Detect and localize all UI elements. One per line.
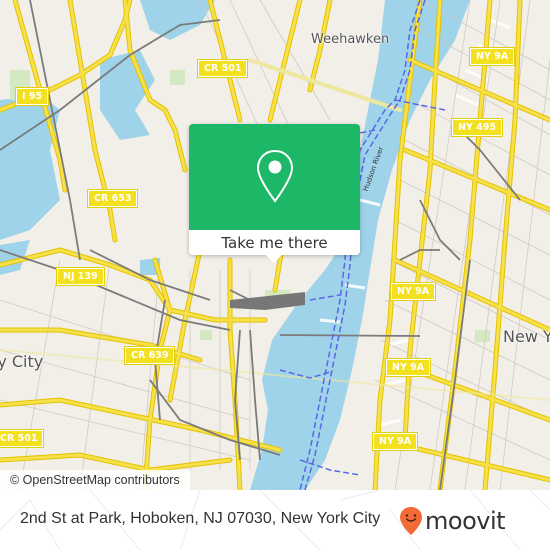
popup-pointer <box>266 255 282 263</box>
road-shield-cr653: CR 653 <box>88 190 138 207</box>
address-text: 2nd St at Park, Hoboken, NJ 07030, New Y… <box>20 510 381 527</box>
moovit-logo[interactable]: moovit <box>399 506 506 536</box>
road-shield-ny9a: NY 9A <box>386 359 431 376</box>
map-view[interactable]: I 95 CR 501 CR 653 NJ 139 CR 639 CR 501 … <box>0 0 550 490</box>
road-shield-ny9a: NY 9A <box>373 433 418 450</box>
place-label-weehawken: Weehawken <box>311 32 390 47</box>
road-shield-nj139: NJ 139 <box>57 268 104 285</box>
popup-header <box>189 124 360 230</box>
road-shield-ny9a: NY 9A <box>391 283 436 300</box>
location-popup: Take me there <box>189 124 360 263</box>
road-shield-cr501-south: CR 501 <box>0 430 44 447</box>
map-pin-icon <box>256 149 293 203</box>
road-shield-cr639: CR 639 <box>125 347 175 364</box>
moovit-pin-smile-icon <box>400 507 422 535</box>
moovit-wordmark: moovit <box>425 507 506 535</box>
place-label-new-york: New York <box>503 327 550 346</box>
road-shield-cr501: CR 501 <box>198 60 248 77</box>
road-shield-i95: I 95 <box>16 88 49 105</box>
road-shield-ny495: NY 495 <box>452 119 502 136</box>
road-shield-ny9a: NY 9A <box>470 48 515 65</box>
map-attribution[interactable]: © OpenStreetMap contributors <box>0 470 190 490</box>
place-label-jersey-city: Jersey City <box>0 352 44 371</box>
take-me-there-button[interactable]: Take me there <box>189 230 360 255</box>
footer-bar: 2nd St at Park, Hoboken, NJ 07030, New Y… <box>0 490 550 550</box>
